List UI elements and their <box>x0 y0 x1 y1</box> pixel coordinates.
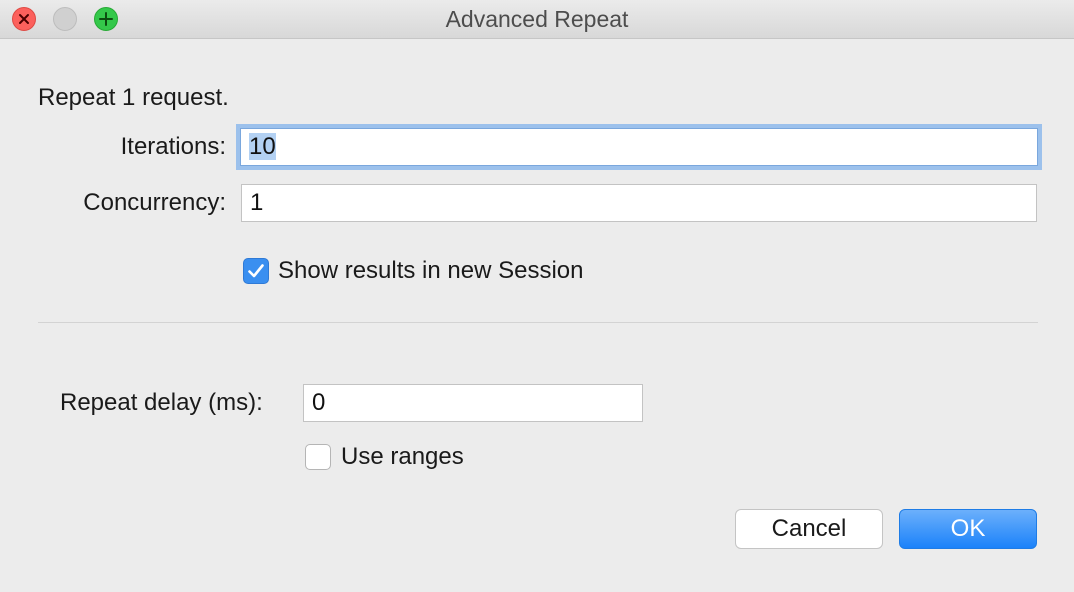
iterations-value: 10 <box>249 133 276 160</box>
ok-button[interactable]: OK <box>899 509 1037 549</box>
concurrency-value: 1 <box>250 189 264 216</box>
advanced-repeat-dialog: Advanced Repeat Repeat 1 request. Iterat… <box>0 0 1074 592</box>
repeat-delay-value: 0 <box>312 389 326 416</box>
repeat-delay-input[interactable]: 0 <box>303 384 643 422</box>
window-title: Advanced Repeat <box>445 6 629 32</box>
use-ranges-checkbox[interactable] <box>305 444 331 470</box>
show-results-checkbox[interactable] <box>243 258 269 284</box>
repeat-summary: Repeat 1 request. <box>38 84 229 111</box>
use-ranges-label[interactable]: Use ranges <box>341 443 464 471</box>
checkmark-icon <box>248 264 264 278</box>
repeat-delay-label: Repeat delay (ms): <box>60 389 263 416</box>
iterations-input[interactable]: 10 <box>240 128 1038 166</box>
title-bar: Advanced Repeat <box>0 0 1074 39</box>
iterations-label: Iterations: <box>120 133 226 160</box>
cancel-button[interactable]: Cancel <box>735 509 883 549</box>
section-divider <box>38 322 1038 323</box>
concurrency-label: Concurrency: <box>83 189 226 216</box>
show-results-label[interactable]: Show results in new Session <box>278 257 583 285</box>
concurrency-input[interactable]: 1 <box>241 184 1037 222</box>
